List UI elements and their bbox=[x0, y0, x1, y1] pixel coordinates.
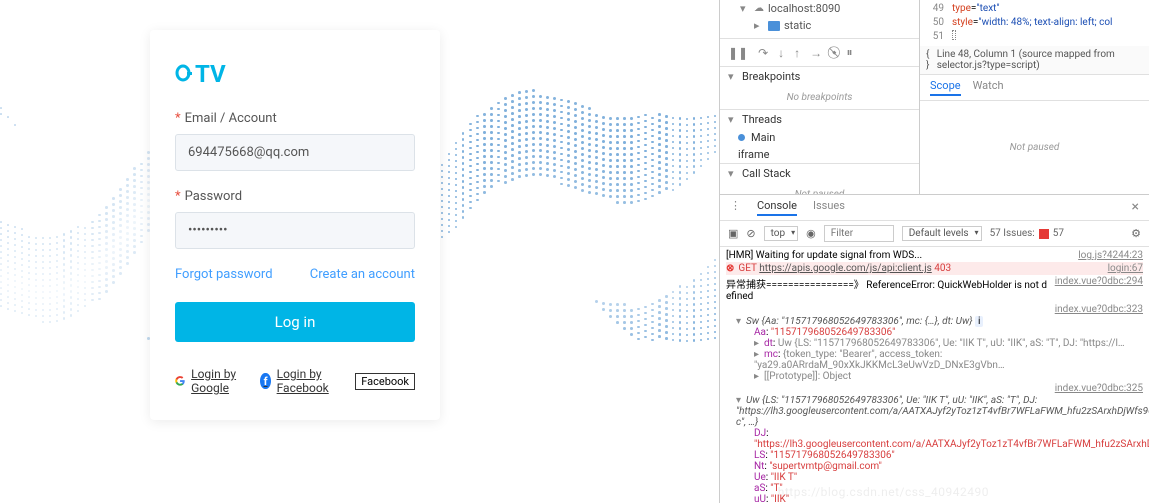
email-label: *Email / Account bbox=[175, 111, 415, 126]
source-folder[interactable]: ▸ static bbox=[720, 17, 919, 34]
chevron-right-icon: ▸ bbox=[754, 19, 764, 32]
svg-text:TV: TV bbox=[195, 60, 226, 86]
step-out-button[interactable]: ↑ bbox=[794, 46, 800, 60]
step-over-button[interactable]: ↷ bbox=[758, 46, 768, 60]
login-card: TV *Email / Account *Password Forgot pas… bbox=[150, 30, 440, 420]
threads-header[interactable]: ▾Threads bbox=[720, 110, 919, 129]
forgot-password-link[interactable]: Forgot password bbox=[175, 267, 273, 282]
email-input[interactable] bbox=[175, 134, 415, 171]
clear-console-button[interactable]: ⊘ bbox=[746, 227, 755, 240]
scope-not-paused: Not paused bbox=[920, 101, 1149, 194]
folder-icon bbox=[768, 21, 780, 31]
context-selector[interactable]: top bbox=[764, 226, 799, 241]
pause-on-exceptions-button[interactable]: ⏸ bbox=[847, 45, 853, 60]
logo-icon: TV bbox=[175, 60, 245, 86]
source-code-view[interactable]: 49type="text" 50style="width: 48%; text-… bbox=[920, 0, 1149, 46]
cloud-icon: ☁ bbox=[754, 3, 764, 14]
console-output[interactable]: [HMR] Waiting for update signal from WDS… bbox=[720, 247, 1149, 503]
facebook-icon: f bbox=[260, 373, 270, 389]
no-breakpoints-text: No breakpoints bbox=[720, 86, 919, 109]
console-settings-button[interactable]: ⚙ bbox=[1131, 227, 1141, 240]
info-icon[interactable]: i bbox=[975, 316, 983, 327]
console-sidebar-button[interactable]: ▣ bbox=[728, 227, 738, 240]
step-button[interactable]: → bbox=[810, 46, 822, 60]
watermark: https://blog.csdn.net/css_40942490 bbox=[778, 485, 989, 499]
drawer-handle-icon[interactable]: ⋮ bbox=[730, 199, 741, 216]
step-into-button[interactable]: ↓ bbox=[778, 46, 784, 60]
log-level-selector[interactable]: Default levels bbox=[902, 226, 982, 241]
issues-tab[interactable]: Issues bbox=[813, 199, 845, 216]
source-host[interactable]: ▾ ☁ localhost:8090 bbox=[720, 0, 919, 17]
error-icon: ⊗ bbox=[726, 263, 734, 274]
close-drawer-button[interactable]: × bbox=[1132, 199, 1139, 216]
source-map-info: { }Line 48, Column 1 (source mapped from… bbox=[920, 46, 1149, 75]
debugger-toolbar: ❚❚ ↷ ↓ ↑ → ⬩⃠ ⏸ bbox=[720, 38, 919, 67]
eye-icon[interactable]: ◉ bbox=[806, 227, 816, 240]
drawer-tabs: ⋮ Console Issues × bbox=[720, 195, 1149, 221]
create-account-link[interactable]: Create an account bbox=[310, 267, 415, 282]
thread-iframe[interactable]: iframe bbox=[720, 146, 919, 163]
password-label: *Password bbox=[175, 189, 415, 204]
issues-count[interactable]: 57 Issues: 57 bbox=[990, 228, 1064, 239]
chevron-down-icon: ▾ bbox=[740, 2, 750, 15]
callstack-header[interactable]: ▾Call Stack bbox=[720, 164, 919, 183]
watch-tab[interactable]: Watch bbox=[973, 79, 1004, 96]
callstack-not-paused: Not paused bbox=[720, 183, 919, 194]
login-button[interactable]: Log in bbox=[175, 302, 415, 342]
breakpoints-header[interactable]: ▾Breakpoints bbox=[720, 67, 919, 86]
password-input[interactable] bbox=[175, 212, 415, 249]
console-filter-input[interactable] bbox=[824, 225, 894, 242]
deactivate-breakpoints-button[interactable]: ⬩⃠ bbox=[832, 45, 836, 60]
scope-tab[interactable]: Scope bbox=[930, 79, 961, 96]
logo: TV bbox=[175, 60, 415, 86]
pause-button[interactable]: ❚❚ bbox=[728, 46, 748, 60]
devtools-panel: ▾ ☁ localhost:8090 ▸ static ❚❚ ↷ ↓ ↑ → ⬩… bbox=[719, 0, 1149, 503]
google-login-button[interactable]: Login by Google bbox=[175, 367, 245, 395]
thread-main[interactable]: Main bbox=[720, 129, 919, 146]
google-icon bbox=[175, 373, 185, 389]
facebook-box-button[interactable]: Facebook bbox=[355, 373, 415, 390]
facebook-login-button[interactable]: f Login by Facebook bbox=[260, 367, 340, 395]
console-tab[interactable]: Console bbox=[757, 199, 797, 216]
